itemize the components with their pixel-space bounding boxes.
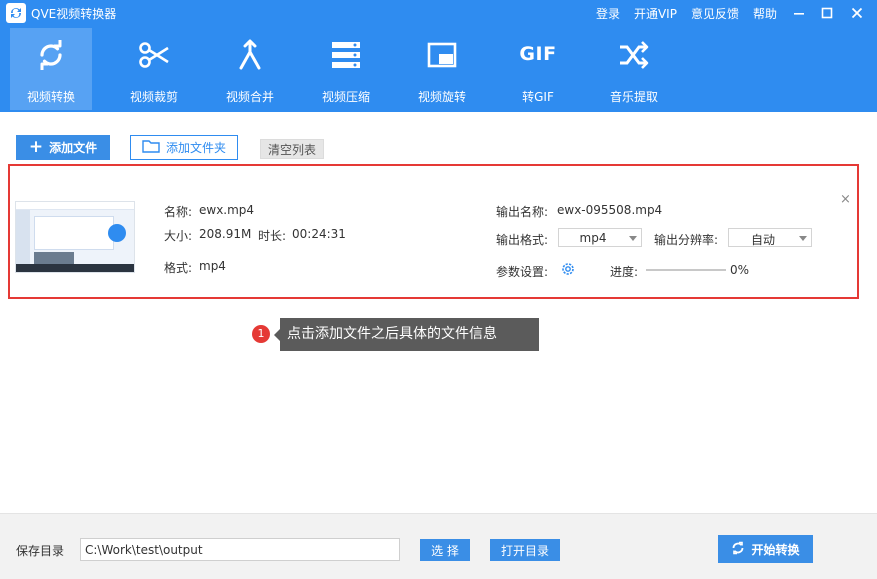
chevron-down-icon [629, 236, 637, 241]
feedback-link[interactable]: 意见反馈 [691, 5, 739, 22]
name-label: 名称: [164, 205, 193, 219]
choose-dir-button[interactable]: 选 择 [420, 539, 470, 561]
output-name-label: 输出名称: [496, 205, 549, 219]
step-badge: 1 [252, 325, 270, 343]
file-size: 208.91M [199, 227, 252, 241]
close-window-icon[interactable] [848, 4, 866, 22]
main-nav: 视频转换 视频裁剪 视频合并 视频压缩 视频旋转 GIF 转GIF 音乐提取 [10, 28, 682, 110]
rotate-icon [425, 38, 459, 72]
output-resolution-select[interactable]: 自动 [728, 228, 812, 247]
folder-icon [142, 139, 160, 156]
gif-icon: GIF [519, 43, 557, 65]
output-format-label: 输出格式: [496, 233, 549, 247]
output-name: ewx-095508.mp4 [557, 203, 663, 217]
shuffle-icon [617, 38, 651, 72]
add-file-button[interactable]: + 添加文件 [16, 135, 110, 160]
gear-icon[interactable] [560, 261, 576, 280]
compress-icon [329, 38, 363, 72]
file-format: mp4 [199, 259, 226, 273]
file-name: ewx.mp4 [199, 203, 255, 217]
start-convert-button[interactable]: 开始转换 [718, 535, 813, 563]
footer-bar: 保存目录 选 择 打开目录 开始转换 [0, 513, 877, 579]
minimize-icon[interactable] [790, 4, 808, 22]
top-links: 登录 开通VIP 意见反馈 帮助 [596, 5, 777, 22]
refresh-icon [34, 38, 68, 72]
save-dir-label: 保存目录 [16, 544, 65, 558]
nav-video-convert[interactable]: 视频转换 [10, 28, 92, 110]
params-label: 参数设置: [496, 265, 549, 279]
open-dir-button[interactable]: 打开目录 [490, 539, 560, 561]
file-item: 名称: ewx.mp4 大小: 208.91M 时长: 00:24:31 格式:… [8, 164, 859, 299]
clear-list-button[interactable]: 清空列表 [260, 139, 324, 159]
help-link[interactable]: 帮助 [753, 5, 777, 22]
merge-icon [233, 38, 267, 72]
login-link[interactable]: 登录 [596, 5, 620, 22]
progress-bar [646, 269, 726, 271]
nav-video-compress[interactable]: 视频压缩 [298, 28, 394, 110]
title-bar: QVE视频转换器 登录 开通VIP 意见反馈 帮助 [0, 0, 877, 26]
app-logo-icon [6, 3, 26, 23]
output-resolution-label: 输出分辨率: [654, 233, 719, 247]
scissors-icon [137, 38, 171, 72]
video-thumbnail [15, 201, 135, 273]
plus-icon: + [28, 137, 44, 157]
app-title: QVE视频转换器 [31, 7, 117, 21]
file-duration: 00:24:31 [292, 227, 346, 241]
app-header: QVE视频转换器 登录 开通VIP 意见反馈 帮助 视频转换 视频裁剪 视频合并… [0, 0, 877, 112]
nav-video-crop[interactable]: 视频裁剪 [106, 28, 202, 110]
nav-video-rotate[interactable]: 视频旋转 [394, 28, 490, 110]
nav-to-gif[interactable]: GIF 转GIF [490, 28, 586, 110]
nav-video-merge[interactable]: 视频合并 [202, 28, 298, 110]
duration-label: 时长: [258, 229, 287, 243]
maximize-icon[interactable] [818, 4, 836, 22]
size-label: 大小: [164, 229, 193, 243]
chevron-down-icon [799, 236, 807, 241]
progress-value: 0% [730, 263, 750, 277]
remove-file-icon[interactable]: × [840, 192, 851, 207]
output-format-select[interactable]: mp4 [558, 228, 642, 247]
progress-label: 进度: [610, 265, 639, 279]
refresh-icon [731, 541, 745, 558]
format-label: 格式: [164, 261, 193, 275]
add-folder-button[interactable]: 添加文件夹 [130, 135, 238, 160]
nav-music-extract[interactable]: 音乐提取 [586, 28, 682, 110]
vip-link[interactable]: 开通VIP [634, 5, 677, 22]
hint-tooltip: 点击添加文件之后具体的文件信息 [274, 318, 539, 351]
save-dir-input[interactable] [80, 538, 400, 561]
